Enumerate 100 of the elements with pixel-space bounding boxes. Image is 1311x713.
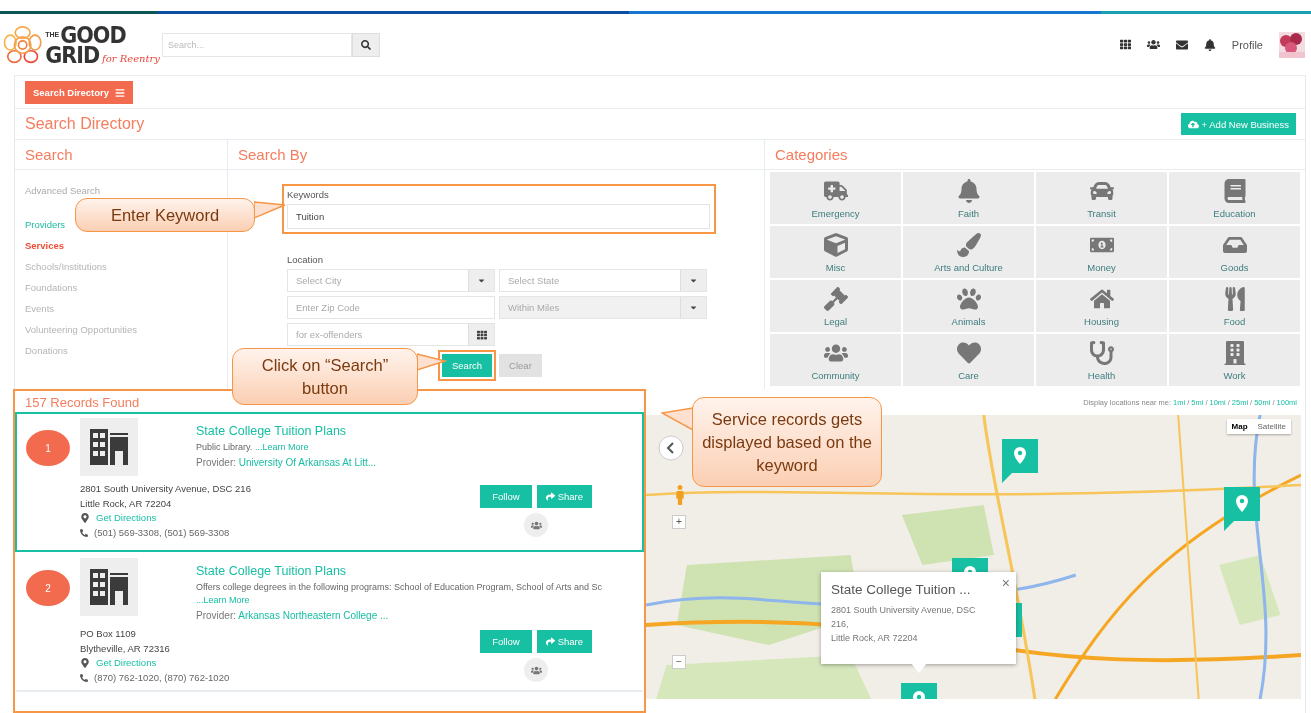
category-tile[interactable]: Education xyxy=(1169,172,1300,224)
category-tile[interactable]: Community xyxy=(770,334,901,386)
follow-button[interactable]: Follow xyxy=(480,630,532,653)
phone-icon xyxy=(80,528,88,537)
search-directory-button[interactable]: Search Directory xyxy=(25,81,134,104)
map-type-tab[interactable]: Satellite xyxy=(1252,419,1291,434)
phone-number: (870) 762-1020, (870) 762-1020 xyxy=(94,670,230,685)
directions-link[interactable]: Get Directions xyxy=(96,511,157,526)
cloud-upload-icon xyxy=(1187,118,1199,130)
advanced-search-link[interactable]: Advanced Search xyxy=(25,185,100,196)
picker-field[interactable]: for ex-offenders xyxy=(287,323,495,346)
paw-icon xyxy=(956,287,981,311)
category-tile[interactable]: Money xyxy=(1036,226,1167,278)
apps-grid-icon[interactable] xyxy=(1119,39,1131,50)
learn-more-link[interactable]: ...Learn More xyxy=(254,442,309,452)
select-field[interactable]: Select State xyxy=(499,269,707,292)
directions-link[interactable]: Get Directions xyxy=(96,656,157,671)
paintbrush-icon xyxy=(956,233,981,257)
group-button[interactable] xyxy=(524,658,549,682)
result-title[interactable]: State College Tuition Plans xyxy=(196,564,636,578)
people-icon xyxy=(530,519,542,531)
provider-link[interactable]: University Of Arkansas At Litt... xyxy=(238,457,377,468)
category-tile[interactable]: Legal xyxy=(770,280,901,332)
caret-icon xyxy=(689,303,698,312)
add-business-button[interactable]: + Add New Business xyxy=(1180,113,1296,135)
category-tile[interactable]: Animals xyxy=(903,280,1034,332)
group-button[interactable] xyxy=(524,513,549,537)
clear-button[interactable]: Clear xyxy=(499,354,542,377)
zoom-out-button[interactable]: − xyxy=(672,655,686,669)
dropdown-button[interactable] xyxy=(680,270,706,291)
search-icon xyxy=(361,39,371,50)
category-tile[interactable]: Arts and Culture xyxy=(903,226,1034,278)
zoom-in-button[interactable]: + xyxy=(672,515,686,529)
address-line: Little Rock, AR 72204 xyxy=(80,496,173,511)
category-tile[interactable]: Housing xyxy=(1036,280,1167,332)
list-icon xyxy=(115,87,126,98)
result-description: Offers college degrees in the following programs: School of Education Program, School of Arts and Sc ...Learn More xyxy=(196,581,604,607)
bell-icon[interactable] xyxy=(1203,38,1216,51)
envelope-icon[interactable] xyxy=(1175,38,1188,51)
category-tile[interactable]: Food xyxy=(1169,280,1300,332)
input-field[interactable]: Enter Zip Code xyxy=(287,296,495,319)
search-button[interactable]: Search xyxy=(442,354,493,377)
fork-knife-icon xyxy=(1222,287,1247,311)
dropdown-button[interactable] xyxy=(468,270,494,291)
logo-text: GOOD xyxy=(60,24,126,45)
book-icon xyxy=(1222,179,1247,203)
caret-icon xyxy=(689,276,698,285)
results-count: 157 Records Found xyxy=(24,394,141,412)
building-icon xyxy=(90,569,128,605)
category-tile[interactable]: Goods xyxy=(1169,226,1300,278)
callout: Click on “Search” button xyxy=(232,348,418,405)
people-icon xyxy=(530,664,542,676)
category-tile[interactable]: Misc xyxy=(770,226,901,278)
map-pin[interactable] xyxy=(1224,487,1260,531)
callout: Service records gets displayed based on the keyword xyxy=(692,397,882,487)
close-button[interactable]: × xyxy=(1001,575,1010,591)
category-tile[interactable]: Faith xyxy=(903,172,1034,224)
heart-icon xyxy=(956,341,981,365)
result-card[interactable] xyxy=(15,412,644,552)
map-pin[interactable] xyxy=(1002,439,1038,483)
people-icon[interactable] xyxy=(1146,38,1160,51)
stethoscope-icon xyxy=(1089,341,1114,365)
category-tile[interactable]: Care xyxy=(903,334,1034,386)
share-button[interactable]: Share xyxy=(536,485,592,508)
select-field[interactable]: Select City xyxy=(287,269,495,292)
category-tile[interactable]: Health xyxy=(1036,334,1167,386)
category-tile[interactable]: Emergency xyxy=(770,172,901,224)
caret-icon xyxy=(477,276,486,285)
car-icon xyxy=(1089,179,1114,203)
provider-link[interactable]: Arkansas Northeastern College ... xyxy=(238,610,389,621)
collapse-button[interactable] xyxy=(658,435,684,461)
share-icon xyxy=(545,492,555,501)
address-line: PO Box 1109 xyxy=(80,627,137,641)
phone-icon xyxy=(80,673,88,682)
search-field[interactable]: Search... xyxy=(162,32,352,57)
location-pin-icon xyxy=(80,658,90,669)
section-heading: Search xyxy=(15,140,227,170)
grid-button[interactable] xyxy=(468,324,494,345)
profile-link[interactable]: Profile xyxy=(1231,38,1263,51)
grid-icon xyxy=(476,329,487,340)
category-tile[interactable]: Work xyxy=(1169,334,1300,386)
search-button[interactable] xyxy=(352,32,380,57)
share-button[interactable]: Share xyxy=(536,630,592,653)
callout: Enter Keyword xyxy=(75,198,255,232)
sidebar-item[interactable]: Providers xyxy=(25,214,66,235)
bell-icon xyxy=(956,179,981,203)
section-heading: Categories xyxy=(765,140,1305,170)
result-title[interactable]: State College Tuition Plans xyxy=(196,424,636,438)
learn-more-link[interactable]: ...Learn More xyxy=(196,595,250,605)
section-heading: Search By xyxy=(228,140,764,170)
keywords-field[interactable]: Tuition xyxy=(287,204,710,229)
follow-button[interactable]: Follow xyxy=(480,485,532,508)
cube-icon xyxy=(823,233,848,257)
popup-address: 216, xyxy=(831,618,850,631)
map-type-tab[interactable]: Map xyxy=(1226,419,1253,434)
phone-number: (501) 569-3308, (501) 569-3308 xyxy=(94,525,230,540)
address-line: Blytheville, AR 72316 xyxy=(80,641,171,656)
popup-title: State College Tuition ... xyxy=(831,582,972,597)
category-tile[interactable]: Transit xyxy=(1036,172,1167,224)
sidebar-item[interactable]: Services xyxy=(25,235,65,256)
